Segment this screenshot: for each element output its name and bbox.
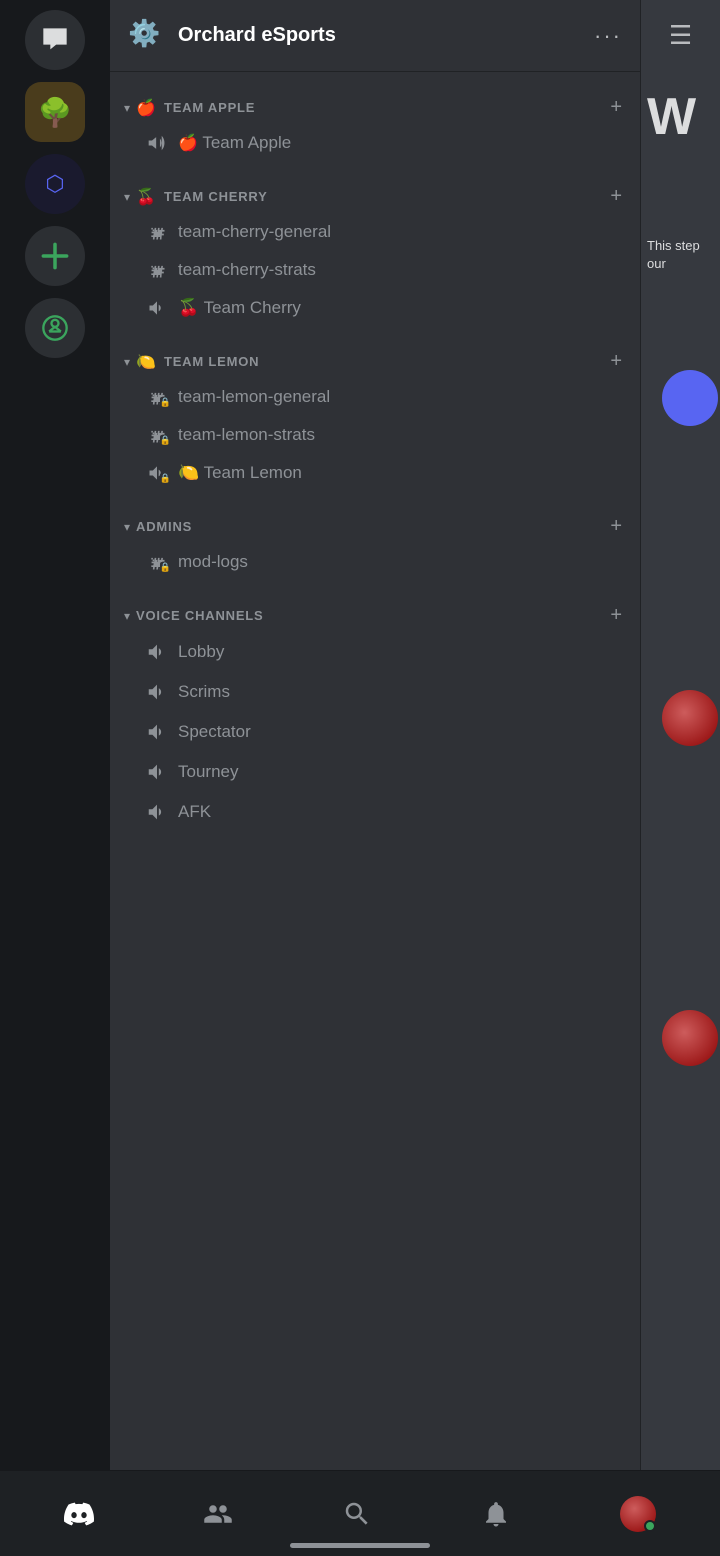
search-icon bbox=[342, 1499, 372, 1529]
channel-name-cherry-voice: 🍒 Team Cherry bbox=[178, 298, 301, 318]
volume-icon-scrims bbox=[146, 681, 168, 703]
channel-spectator[interactable]: Spectator bbox=[118, 713, 632, 751]
sidebar-icon-server-2[interactable]: ⬡ bbox=[25, 154, 85, 214]
channel-team-apple-voice[interactable]: 🍎 Team Apple bbox=[118, 125, 632, 161]
channel-afk[interactable]: AFK bbox=[118, 793, 632, 831]
hash-lock-icon-mod-logs: 🔒 bbox=[146, 552, 168, 572]
channel-team-cherry-voice[interactable]: 🍒 Team Cherry bbox=[118, 290, 632, 326]
right-panel-text-partial: This step our bbox=[641, 147, 720, 273]
category-team-lemon: ▾ 🍋 TEAM LEMON + 🔒 team-lemon-general 🔒 … bbox=[110, 346, 640, 491]
volume-icon-afk bbox=[146, 801, 168, 823]
channel-list: ⚙️ Orchard eSports ··· ▾ 🍎 TEAM APPLE + … bbox=[110, 0, 640, 1470]
bottom-nav-notifications[interactable] bbox=[465, 1491, 527, 1537]
volume-icon-lobby bbox=[146, 641, 168, 663]
category-team-cherry: ▾ 🍒 TEAM CHERRY + team-cherry-general te… bbox=[110, 181, 640, 326]
category-emoji-team-cherry: 🍒 bbox=[136, 187, 156, 207]
category-arrow-team-cherry: ▾ bbox=[124, 190, 130, 204]
channel-tourney[interactable]: Tourney bbox=[118, 753, 632, 791]
channel-team-lemon-voice[interactable]: 🔒 🍋 Team Lemon bbox=[118, 455, 632, 491]
right-panel-avatar-2 bbox=[662, 1010, 718, 1066]
category-arrow-admins: ▾ bbox=[124, 520, 130, 534]
home-indicator bbox=[290, 1543, 430, 1548]
category-name-voice-channels: VOICE CHANNELS bbox=[136, 608, 610, 623]
category-emoji-team-lemon: 🍋 bbox=[136, 352, 156, 372]
bottom-nav-friends[interactable] bbox=[187, 1491, 249, 1537]
channel-team-lemon-strats[interactable]: 🔒 team-lemon-strats bbox=[118, 417, 632, 453]
channel-team-lemon-general[interactable]: 🔒 team-lemon-general bbox=[118, 379, 632, 415]
channel-name-afk: AFK bbox=[178, 802, 211, 822]
online-status-dot bbox=[644, 1520, 656, 1532]
bell-icon bbox=[481, 1499, 511, 1529]
channel-name-spectator: Spectator bbox=[178, 722, 251, 742]
hash-icon-cherry-general bbox=[146, 222, 168, 242]
friends-icon bbox=[203, 1499, 233, 1529]
channel-name-cherry-general: team-cherry-general bbox=[178, 222, 331, 242]
category-header-team-cherry[interactable]: ▾ 🍒 TEAM CHERRY + bbox=[110, 181, 640, 212]
right-panel-avatar-1 bbox=[662, 690, 718, 746]
channel-name-lemon-voice: 🍋 Team Lemon bbox=[178, 463, 302, 483]
sidebar-icon-add-server[interactable] bbox=[25, 226, 85, 286]
hamburger-icon[interactable]: ☰ bbox=[669, 20, 692, 51]
channel-mod-logs[interactable]: 🔒 mod-logs bbox=[118, 544, 632, 580]
category-add-voice-channels[interactable]: + bbox=[610, 604, 622, 627]
channel-name-team-apple-voice: 🍎 Team Apple bbox=[178, 133, 291, 153]
channel-name-mod-logs: mod-logs bbox=[178, 552, 248, 572]
channel-name-scrims: Scrims bbox=[178, 682, 230, 702]
category-team-apple: ▾ 🍎 TEAM APPLE + 🍎 Team Apple bbox=[110, 92, 640, 161]
category-add-team-apple[interactable]: + bbox=[610, 96, 622, 119]
category-add-team-cherry[interactable]: + bbox=[610, 185, 622, 208]
hash-icon-cherry-strats bbox=[146, 260, 168, 280]
avatar-container bbox=[620, 1496, 656, 1532]
volume-icon-cherry bbox=[146, 298, 168, 318]
channel-name-tourney: Tourney bbox=[178, 762, 238, 782]
category-arrow-team-apple: ▾ bbox=[124, 101, 130, 115]
left-sidebar: 🌳 ⬡ bbox=[0, 0, 110, 1470]
server-header[interactable]: ⚙️ Orchard eSports ··· bbox=[110, 0, 640, 72]
right-panel-letter: W bbox=[641, 71, 720, 147]
volume-icon-spectator bbox=[146, 721, 168, 743]
channel-name-lobby: Lobby bbox=[178, 642, 224, 662]
channel-lobby[interactable]: Lobby bbox=[118, 633, 632, 671]
right-panel-menu: ☰ bbox=[641, 0, 720, 71]
sidebar-icon-chat[interactable] bbox=[25, 10, 85, 70]
bottom-nav-home[interactable] bbox=[48, 1491, 110, 1537]
volume-icon-tourney bbox=[146, 761, 168, 783]
volume-lock-icon-lemon: 🔒 bbox=[146, 463, 168, 483]
channel-name-cherry-strats: team-cherry-strats bbox=[178, 260, 316, 280]
category-add-admins[interactable]: + bbox=[610, 515, 622, 538]
category-voice-channels: ▾ VOICE CHANNELS + Lobby Scrims bbox=[110, 600, 640, 831]
category-header-team-apple[interactable]: ▾ 🍎 TEAM APPLE + bbox=[110, 92, 640, 123]
right-panel-avatar-purple bbox=[662, 370, 718, 426]
bottom-nav-search[interactable] bbox=[326, 1491, 388, 1537]
channel-name-lemon-general: team-lemon-general bbox=[178, 387, 330, 407]
category-arrow-voice-channels: ▾ bbox=[124, 609, 130, 623]
channel-team-cherry-strats[interactable]: team-cherry-strats bbox=[118, 252, 632, 288]
category-name-admins: ADMINS bbox=[136, 519, 610, 534]
server-settings-icon: ⚙️ bbox=[128, 18, 164, 54]
channel-team-cherry-general[interactable]: team-cherry-general bbox=[118, 214, 632, 250]
discord-icon bbox=[64, 1499, 94, 1529]
sidebar-icon-server-1[interactable]: 🌳 bbox=[25, 82, 85, 142]
right-panel: ☰ W This step our bbox=[640, 0, 720, 1470]
category-name-team-lemon: TEAM LEMON bbox=[164, 354, 610, 369]
volume-icon bbox=[146, 133, 168, 153]
server-name: Orchard eSports bbox=[178, 24, 594, 47]
category-name-team-cherry: TEAM CHERRY bbox=[164, 189, 610, 204]
hash-lock-icon-lemon-strats: 🔒 bbox=[146, 425, 168, 445]
category-header-team-lemon[interactable]: ▾ 🍋 TEAM LEMON + bbox=[110, 346, 640, 377]
category-arrow-team-lemon: ▾ bbox=[124, 355, 130, 369]
server-options-button[interactable]: ··· bbox=[594, 23, 622, 49]
hash-lock-icon-lemon-general: 🔒 bbox=[146, 387, 168, 407]
category-name-team-apple: TEAM APPLE bbox=[164, 100, 610, 115]
category-add-team-lemon[interactable]: + bbox=[610, 350, 622, 373]
category-admins: ▾ ADMINS + 🔒 mod-logs bbox=[110, 511, 640, 580]
category-emoji-team-apple: 🍎 bbox=[136, 98, 156, 118]
channel-name-lemon-strats: team-lemon-strats bbox=[178, 425, 315, 445]
bottom-nav-profile[interactable] bbox=[604, 1488, 672, 1540]
channel-scrims[interactable]: Scrims bbox=[118, 673, 632, 711]
sidebar-icon-explore[interactable] bbox=[25, 298, 85, 358]
category-header-admins[interactable]: ▾ ADMINS + bbox=[110, 511, 640, 542]
category-header-voice-channels[interactable]: ▾ VOICE CHANNELS + bbox=[110, 600, 640, 631]
